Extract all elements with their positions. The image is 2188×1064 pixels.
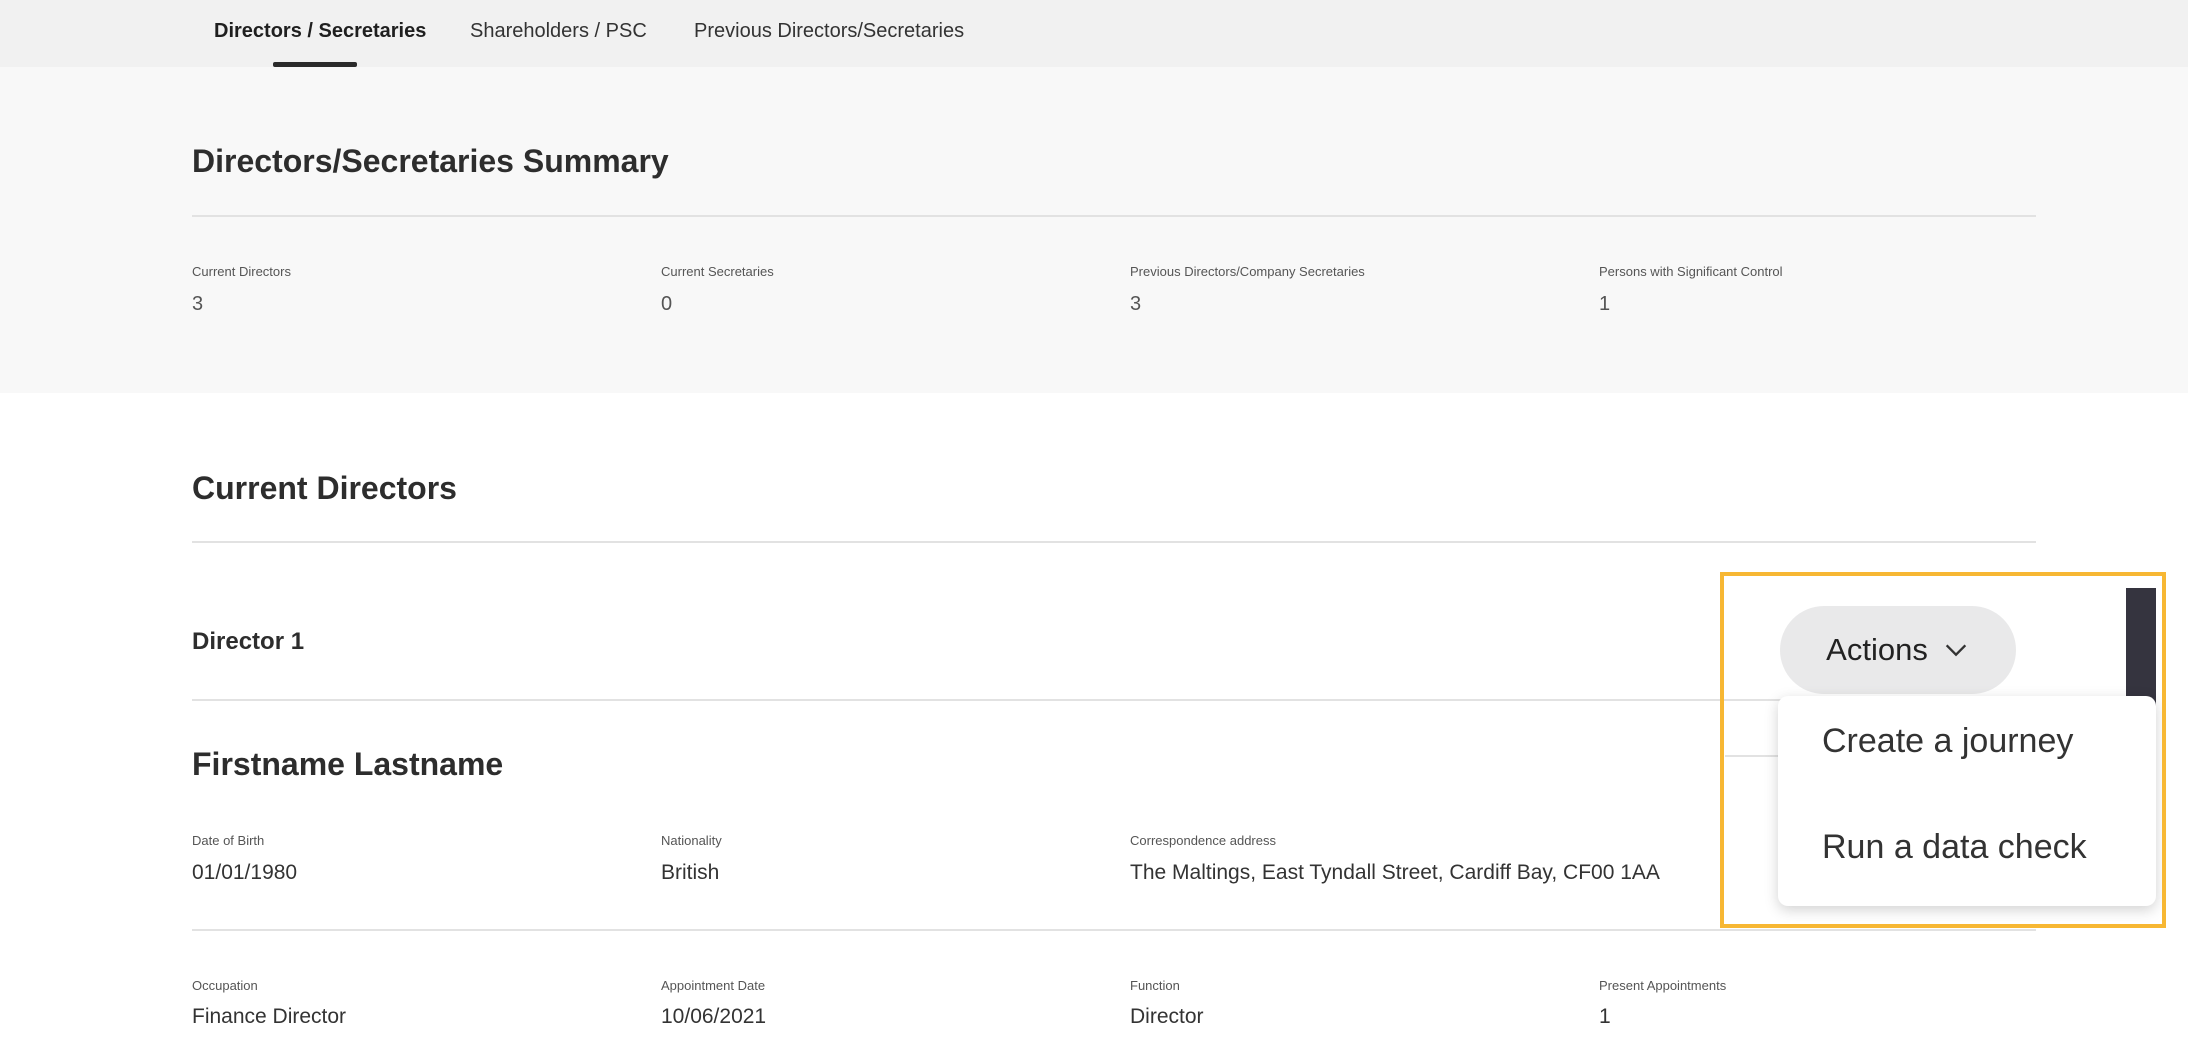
tab-directors-secretaries[interactable]: Directors / Secretaries	[214, 20, 426, 43]
field-label-occupation: Occupation	[192, 978, 258, 993]
field-value-appointment-date: 10/06/2021	[661, 1005, 767, 1028]
field-label-present-appointments: Present Appointments	[1599, 978, 1727, 993]
stat-label-previous-directors: Previous Directors/Company Secretaries	[1130, 264, 1365, 279]
field-label-dob: Date of Birth	[192, 833, 265, 848]
tab-previous-directors-secretaries[interactable]: Previous Directors/Secretaries	[694, 20, 964, 43]
field-value-function: Director	[1130, 1005, 1204, 1028]
field-value-nationality: British	[661, 861, 720, 884]
director-name: Firstname Lastname	[192, 746, 504, 782]
field-label-appointment-date: Appointment Date	[661, 978, 766, 993]
stat-value-psc: 1	[1599, 293, 1611, 315]
summary-divider	[192, 215, 2036, 217]
director-heading: Director 1	[192, 628, 305, 655]
stat-value-current-directors: 3	[192, 293, 204, 315]
tab-bar: Directors / Secretaries Shareholders / P…	[0, 0, 2188, 67]
stat-value-current-secretaries: 0	[661, 293, 673, 315]
field-label-nationality: Nationality	[661, 833, 722, 848]
stat-label-current-secretaries: Current Secretaries	[661, 264, 774, 279]
field-label-correspondence-address: Correspondence address	[1130, 833, 1276, 848]
field-value-dob: 01/01/1980	[192, 861, 298, 884]
fields-divider	[192, 929, 2036, 931]
summary-title: Directors/Secretaries Summary	[192, 143, 669, 179]
stat-label-psc: Persons with Significant Control	[1599, 264, 1783, 279]
summary-section: Directors/Secretaries Summary Current Di…	[0, 67, 2188, 393]
director-heading-divider	[192, 699, 1782, 701]
field-value-present-appointments: 1	[1599, 1005, 1611, 1028]
actions-highlight-box	[1720, 572, 2166, 928]
stat-label-current-directors: Current Directors	[192, 264, 291, 279]
current-directors-title: Current Directors	[192, 470, 457, 506]
field-label-function: Function	[1130, 978, 1180, 993]
field-value-occupation: Finance Director	[192, 1005, 347, 1028]
field-value-correspondence-address: The Maltings, East Tyndall Street, Cardi…	[1130, 861, 1660, 884]
stat-value-previous-directors: 3	[1130, 293, 1142, 315]
tab-shareholders-psc[interactable]: Shareholders / PSC	[470, 20, 647, 43]
current-directors-divider	[192, 541, 2036, 543]
